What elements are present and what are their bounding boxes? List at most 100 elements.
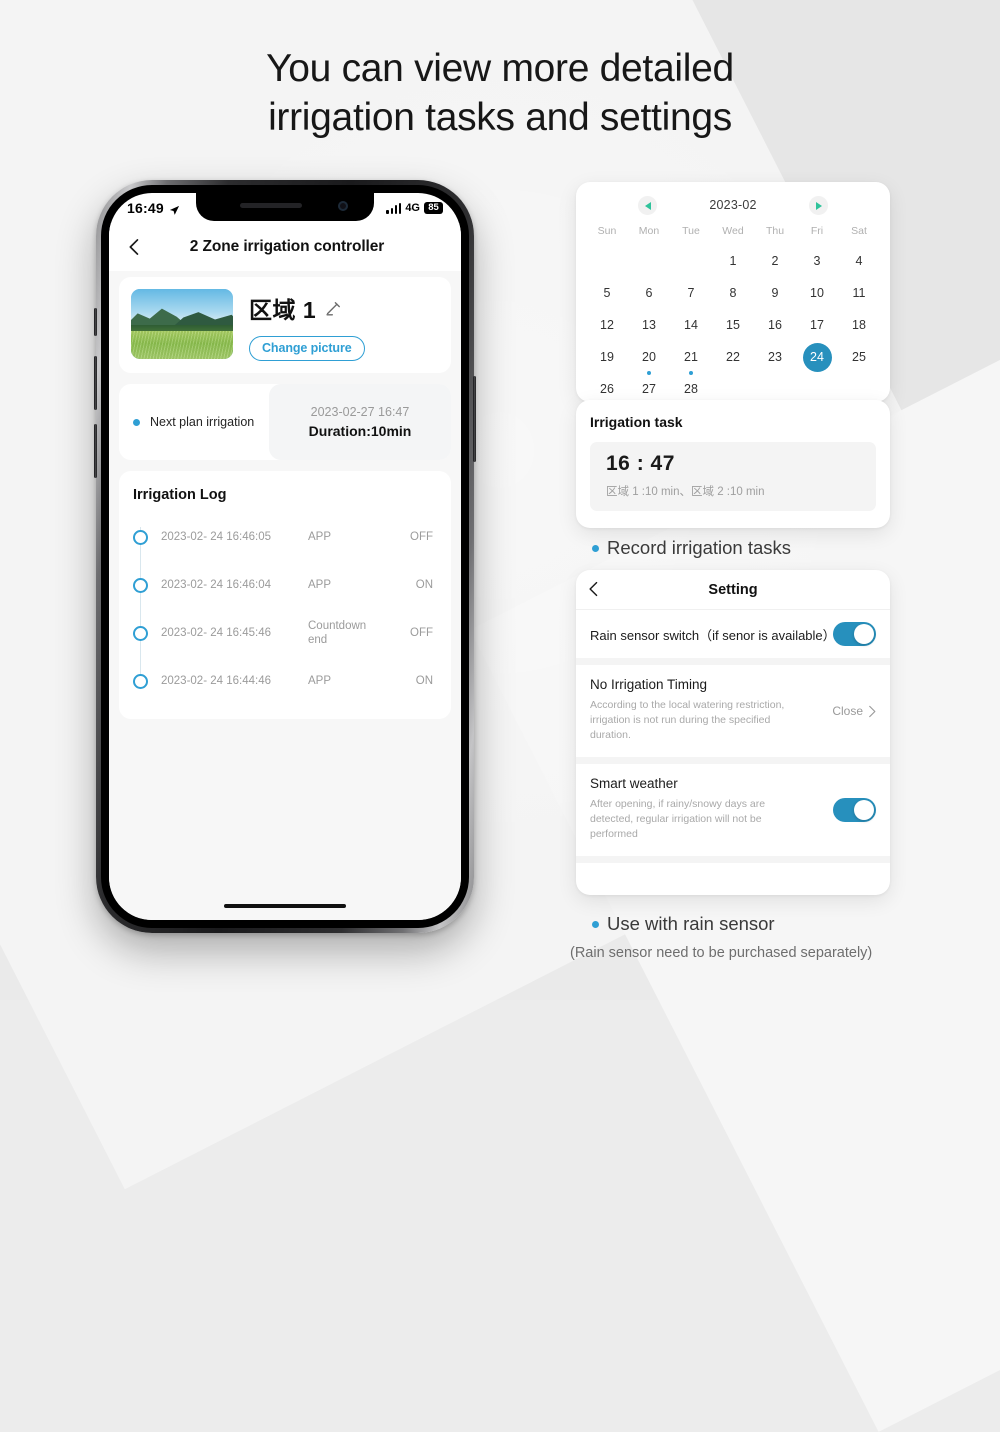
- calendar-day-number: 22: [726, 350, 740, 364]
- setting-card: Setting Rain sensor switch（if senor is a…: [576, 570, 890, 895]
- calendar-day-cell[interactable]: 14: [670, 309, 712, 341]
- caption-rain-title-row: Use with rain sensor: [592, 913, 775, 935]
- status-bar-right: 4G 85: [386, 201, 443, 215]
- calendar-day-number: 20: [642, 350, 656, 364]
- calendar-day-cell[interactable]: 4: [838, 245, 880, 277]
- calendar-prev-month-button[interactable]: [638, 196, 657, 215]
- no-irrigation-timing-action[interactable]: Close: [832, 704, 876, 718]
- calendar-day-cell[interactable]: 3: [796, 245, 838, 277]
- calendar-day-cell[interactable]: 25: [838, 341, 880, 373]
- table-row: 2023-02- 24 16:46:05 APP OFF: [133, 513, 437, 561]
- calendar-day-cell[interactable]: 9: [754, 277, 796, 309]
- calendar-day-number: 13: [642, 318, 656, 332]
- calendar-day-cell[interactable]: 11: [838, 277, 880, 309]
- calendar-day-number: 5: [603, 286, 611, 300]
- calendar-day-cell[interactable]: 7: [670, 277, 712, 309]
- log-source: APP: [308, 579, 332, 591]
- calendar-weekday: Sat: [851, 225, 867, 237]
- log-source: APP: [308, 675, 332, 687]
- calendar-weekday: Mon: [638, 225, 660, 237]
- calendar-day-number: 26: [600, 382, 614, 396]
- calendar-empty-cell: [586, 245, 628, 277]
- calendar-weekday: Sun: [597, 225, 617, 237]
- calendar-weekday-row: Sun Mon Tue Wed Thu Fri Sat: [586, 218, 880, 245]
- next-plan-left: Next plan irrigation: [119, 415, 287, 429]
- log-state: OFF: [410, 627, 433, 639]
- calendar-event-dot: [647, 371, 651, 375]
- calendar-weekday: Tue: [682, 225, 700, 237]
- calendar-day-cell[interactable]: 13: [628, 309, 670, 341]
- calendar-day-number: 8: [729, 286, 737, 300]
- calendar-month-label: 2023-02: [709, 198, 757, 212]
- pencil-icon[interactable]: [325, 300, 342, 317]
- chevron-left-icon: [128, 239, 138, 255]
- calendar-day-number: 28: [684, 382, 698, 396]
- caption-rain-note: (Rain sensor need to be purchased separa…: [570, 945, 873, 961]
- calendar-event-dot: [689, 371, 693, 375]
- calendar-day-cell[interactable]: 5: [586, 277, 628, 309]
- next-plan-duration: Duration:10min: [308, 423, 412, 439]
- calendar-day-cell[interactable]: 8: [712, 277, 754, 309]
- calendar-day-cell[interactable]: 12: [586, 309, 628, 341]
- phone-volume-down-button[interactable]: [94, 424, 97, 478]
- log-datetime: 2023-02- 24 16:46:05: [161, 531, 271, 543]
- headline-line-2: irrigation tasks and settings: [268, 96, 732, 139]
- calendar-empty-cell: [670, 245, 712, 277]
- calendar-next-month-button[interactable]: [809, 196, 828, 215]
- table-row: 2023-02- 24 16:44:46 APP ON: [133, 657, 437, 705]
- calendar-day-cell[interactable]: 21: [670, 341, 712, 373]
- next-plan-card: Next plan irrigation 2023-02-27 16:47 Du…: [119, 384, 451, 460]
- calendar-day-cell[interactable]: 24: [796, 341, 838, 373]
- no-irrigation-timing-description: According to the local watering restrict…: [590, 699, 785, 741]
- rain-sensor-row[interactable]: Rain sensor switch（if senor is available…: [576, 610, 890, 658]
- bullet-dot-icon: [133, 418, 140, 426]
- calendar-day-cell[interactable]: 15: [712, 309, 754, 341]
- calendar-day-number: 15: [726, 318, 740, 332]
- bullet-dot-icon: [592, 544, 599, 552]
- phone-screen: 16:49 4G 85 2 Zone irrigation controller: [109, 193, 461, 920]
- log-source: Countdown end: [308, 620, 367, 646]
- phone-volume-up-button[interactable]: [94, 356, 97, 410]
- no-irrigation-timing-row[interactable]: No Irrigation Timing According to the lo…: [576, 665, 890, 757]
- calendar-day-cell[interactable]: 18: [838, 309, 880, 341]
- calendar-day-number: 9: [771, 286, 779, 300]
- calendar-day-number: 4: [855, 254, 863, 268]
- change-picture-button[interactable]: Change picture: [249, 336, 365, 361]
- home-indicator[interactable]: [224, 903, 346, 908]
- calendar-day-cell[interactable]: 20: [628, 341, 670, 373]
- irrigation-task-time: 16 : 47: [606, 452, 675, 475]
- setting-back-button[interactable]: [588, 581, 598, 602]
- timeline-marker-icon: [133, 673, 148, 689]
- calendar-day-number: 3: [813, 254, 821, 268]
- calendar-day-cell[interactable]: 22: [712, 341, 754, 373]
- calendar-day-cell[interactable]: 17: [796, 309, 838, 341]
- calendar-day-number: 27: [642, 382, 656, 396]
- irrigation-task-card: Irrigation task 16 : 47 区域 1 :10 min、区域 …: [576, 400, 890, 528]
- rain-sensor-toggle[interactable]: [833, 622, 876, 646]
- calendar-day-number: 14: [684, 318, 698, 332]
- calendar-day-cell[interactable]: 23: [754, 341, 796, 373]
- calendar-day-cell[interactable]: 1: [712, 245, 754, 277]
- triangle-left-icon: [644, 201, 651, 210]
- smart-weather-row[interactable]: Smart weather After opening, if rainy/sn…: [576, 764, 890, 856]
- log-datetime: 2023-02- 24 16:44:46: [161, 675, 271, 687]
- phone-power-button[interactable]: [473, 376, 476, 462]
- setting-divider: [576, 757, 890, 764]
- irrigation-task-entry[interactable]: 16 : 47 区域 1 :10 min、区域 2 :10 min: [590, 442, 876, 511]
- calendar-day-number: 2: [771, 254, 779, 268]
- calendar-day-cell[interactable]: 19: [586, 341, 628, 373]
- calendar-day-cell[interactable]: 10: [796, 277, 838, 309]
- calendar-day-cell[interactable]: 6: [628, 277, 670, 309]
- phone-mute-switch[interactable]: [94, 308, 97, 336]
- calendar-day-number: 10: [810, 286, 824, 300]
- back-button[interactable]: [113, 238, 153, 256]
- calendar-day-cell[interactable]: 16: [754, 309, 796, 341]
- calendar-day-cell[interactable]: 2: [754, 245, 796, 277]
- calendar-day-number: 12: [600, 318, 614, 332]
- no-irrigation-timing-title: No Irrigation Timing: [590, 677, 708, 692]
- smart-weather-toggle[interactable]: [833, 798, 876, 822]
- page-title: You can view more detailed irrigation ta…: [0, 44, 1000, 142]
- zone-thumbnail-image[interactable]: [131, 289, 233, 359]
- caption-rain-sensor: Use with rain sensor (Rain sensor need t…: [570, 913, 872, 961]
- zone-name-row: 区域 1: [249, 291, 365, 325]
